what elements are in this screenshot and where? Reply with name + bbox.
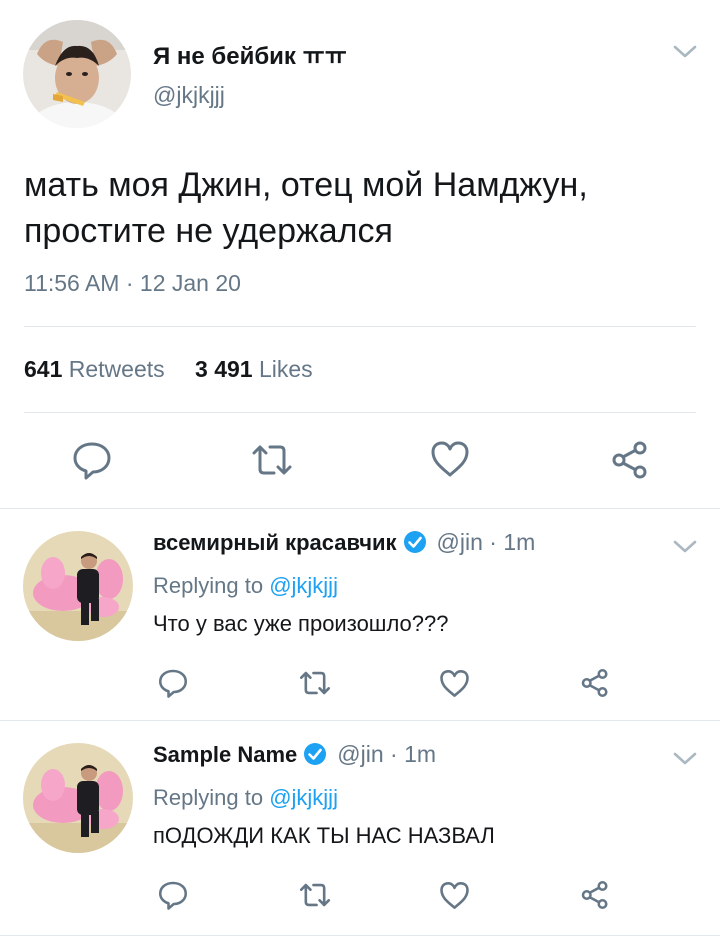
verified-badge-icon — [303, 742, 327, 766]
replying-to: Replying to @jkjkjjj — [153, 785, 338, 811]
heart-icon[interactable] — [430, 440, 470, 478]
retweets-label[interactable]: Retweets — [69, 356, 165, 382]
retweets-count[interactable]: 641 — [24, 356, 62, 382]
tweet-text: мать моя Джин, отец мой Намджун, простит… — [24, 166, 588, 250]
reply-text: пОДОЖДИ КАК ТЫ НАС НАЗВАЛ — [153, 823, 495, 848]
replying-prefix: Replying to — [153, 573, 270, 598]
heart-icon[interactable] — [439, 881, 470, 910]
replying-prefix: Replying to — [153, 785, 270, 810]
divider — [24, 326, 696, 327]
tweet-stats: 641 Retweets 3 491 Likes — [24, 356, 337, 383]
author-handle[interactable]: @jkjkjjj — [153, 82, 225, 109]
chevron-down-icon[interactable] — [672, 751, 698, 767]
reply-text: Что у вас уже произошло??? — [153, 611, 449, 636]
chevron-down-icon[interactable] — [672, 44, 698, 60]
heart-icon[interactable] — [439, 669, 470, 698]
likes-label[interactable]: Likes — [259, 356, 313, 382]
reply-display-name[interactable]: Sample Name — [153, 742, 297, 767]
chevron-down-icon[interactable] — [672, 539, 698, 555]
reply-handle-time[interactable]: @jin · 1m — [337, 741, 436, 767]
likes-count[interactable]: 3 491 — [195, 356, 253, 382]
verified-badge-icon — [403, 530, 427, 554]
main-tweet: Я не бейбик ㅠㅠ @jkjkjjj мать моя Джин, о… — [0, 0, 720, 508]
retweet-icon[interactable] — [250, 443, 294, 477]
share-icon[interactable] — [580, 668, 610, 698]
replying-mention[interactable]: @jkjkjjj — [269, 573, 338, 598]
reply-icon[interactable] — [158, 668, 188, 698]
reply-author-avatar[interactable] — [23, 531, 133, 641]
reply-header: Sample Name @jin · 1m — [153, 741, 436, 768]
reply-handle-time[interactable]: @jin · 1m — [437, 529, 536, 555]
reply-icon[interactable] — [158, 880, 188, 910]
share-icon[interactable] — [580, 880, 610, 910]
reply-header: всемирный красавчик @jin · 1m — [153, 529, 535, 556]
tweet-timestamp[interactable]: 11:56 AM · 12 Jan 20 — [24, 270, 241, 297]
retweet-icon[interactable] — [298, 670, 332, 696]
reply-author-avatar[interactable] — [23, 743, 133, 853]
author-avatar[interactable] — [23, 20, 131, 128]
retweet-icon[interactable] — [298, 882, 332, 908]
divider — [0, 935, 720, 936]
divider — [24, 412, 696, 413]
reply-tweet: всемирный красавчик @jin · 1m Replying to… — [0, 509, 720, 720]
share-icon[interactable] — [610, 440, 650, 480]
replying-to: Replying to @jkjkjjj — [153, 573, 338, 599]
replying-mention[interactable]: @jkjkjjj — [269, 785, 338, 810]
author-display-name[interactable]: Я не бейбик ㅠㅠ — [153, 36, 347, 71]
reply-icon[interactable] — [72, 440, 112, 480]
reply-display-name[interactable]: всемирный красавчик — [153, 530, 397, 555]
reply-tweet: Sample Name @jin · 1m Replying to @jkjkjj… — [0, 721, 720, 935]
